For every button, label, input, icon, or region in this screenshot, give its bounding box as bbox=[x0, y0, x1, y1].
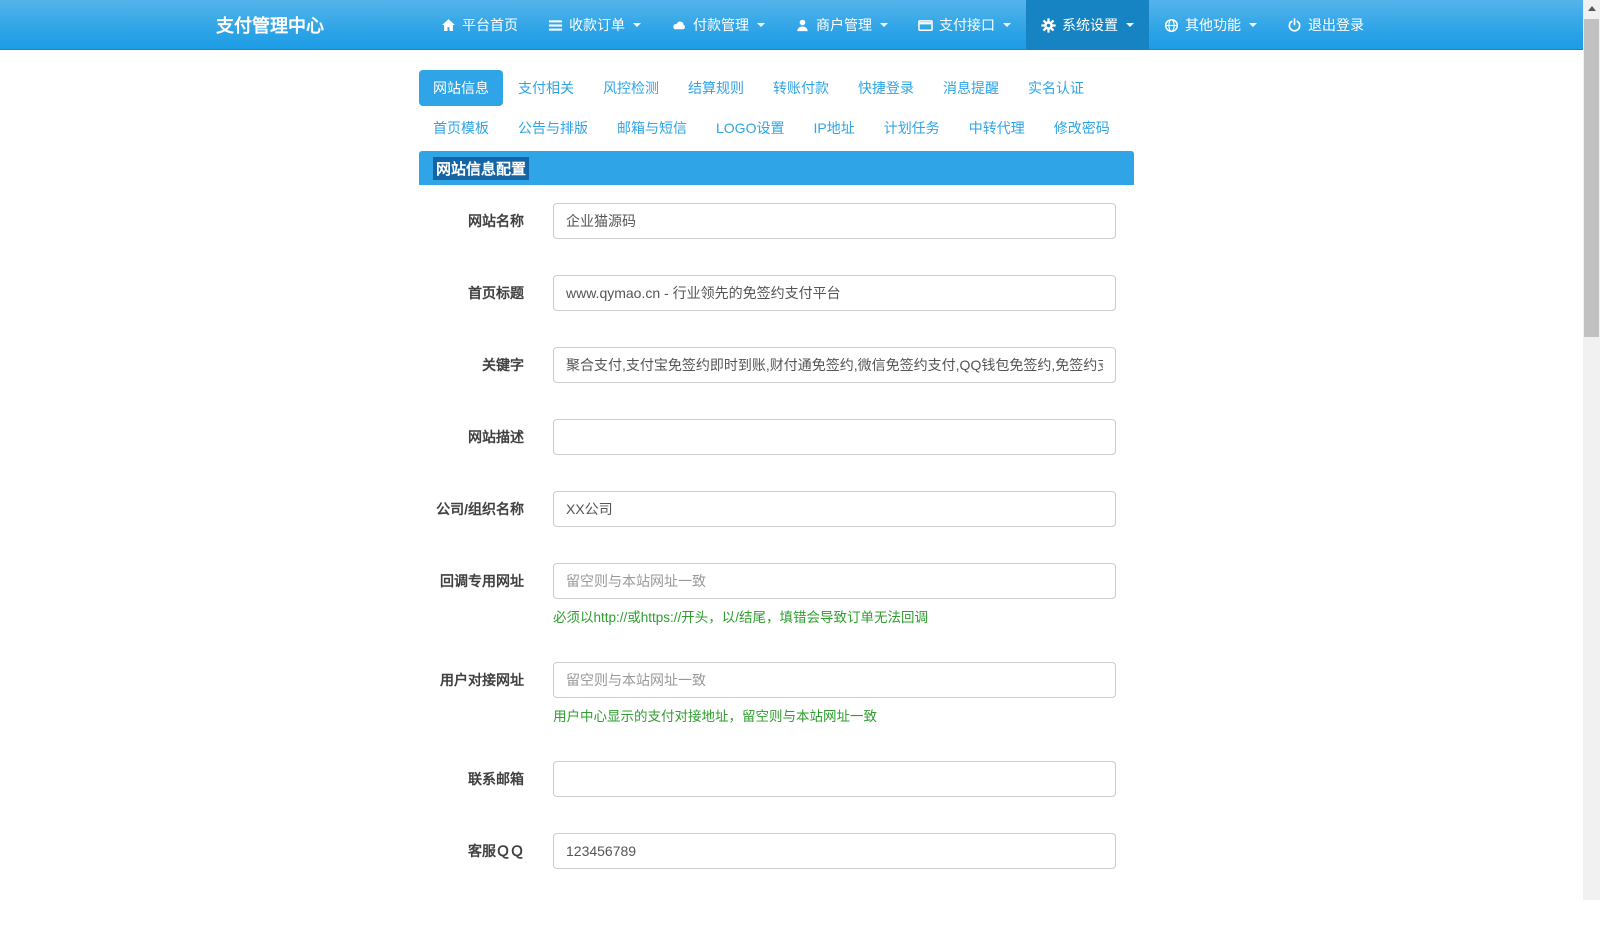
tab-change-password[interactable]: 修改密码 bbox=[1040, 110, 1124, 146]
settings-tabs-row2: 首页模板 公告与排版 邮箱与短信 LOGO设置 IP地址 计划任务 中转代理 修… bbox=[419, 110, 1134, 146]
caret-down-icon bbox=[757, 23, 765, 27]
tab-cron-tasks[interactable]: 计划任务 bbox=[870, 110, 954, 146]
cloud-icon bbox=[671, 18, 687, 33]
tab-logo-settings[interactable]: LOGO设置 bbox=[702, 110, 798, 146]
globe-icon bbox=[1164, 18, 1179, 33]
tab-transit-proxy[interactable]: 中转代理 bbox=[955, 110, 1039, 146]
panel-title: 网站信息配置 bbox=[433, 156, 530, 180]
top-navbar: 支付管理中心 平台首页 收款订单 付款管理 商户管理 支付接口 系统设置 其他功… bbox=[0, 0, 1583, 50]
contact-email-input[interactable] bbox=[553, 761, 1116, 797]
gear-icon bbox=[1041, 17, 1056, 33]
home-icon bbox=[441, 18, 456, 33]
callback-url-help: 必须以http://或https://开头，以/结尾，填错会导致订单无法回调 bbox=[553, 610, 929, 625]
scroll-up-button[interactable] bbox=[1583, 0, 1600, 17]
caret-down-icon bbox=[880, 23, 888, 27]
nav-item-platform-home[interactable]: 平台首页 bbox=[426, 0, 533, 50]
caret-down-icon bbox=[1249, 23, 1257, 27]
callback-url-input[interactable] bbox=[553, 563, 1116, 599]
tab-notice-layout[interactable]: 公告与排版 bbox=[504, 110, 602, 146]
brand-title[interactable]: 支付管理中心 bbox=[204, 0, 336, 50]
scrollbar-thumb[interactable] bbox=[1584, 19, 1599, 337]
field-label: 联系邮箱 bbox=[468, 771, 524, 787]
card-icon bbox=[918, 18, 933, 33]
keywords-input[interactable] bbox=[553, 347, 1116, 383]
scroll-up-arrow-icon bbox=[1587, 6, 1596, 11]
field-label: 网站名称 bbox=[468, 213, 524, 229]
tab-message-notify[interactable]: 消息提醒 bbox=[929, 70, 1013, 106]
service-qq-input[interactable] bbox=[553, 833, 1116, 869]
caret-down-icon bbox=[1126, 23, 1134, 27]
settings-page: 网站信息 支付相关 风控检测 结算规则 转账付款 快捷登录 消息提醒 实名认证 … bbox=[419, 70, 1134, 935]
tab-quick-login[interactable]: 快捷登录 bbox=[844, 70, 928, 106]
tab-home-template[interactable]: 首页模板 bbox=[419, 110, 503, 146]
form-group-user-link-url: 用户对接网址 用户中心显示的支付对接地址，留空则与本站网址一致 bbox=[434, 662, 1119, 725]
nav-item-other-functions[interactable]: 其他功能 bbox=[1149, 0, 1272, 50]
nav-item-label: 收款订单 bbox=[569, 17, 625, 33]
tab-settlement-rules[interactable]: 结算规则 bbox=[674, 70, 758, 106]
tab-site-info[interactable]: 网站信息 bbox=[419, 70, 503, 106]
field-label: 公司/组织名称 bbox=[436, 501, 524, 517]
nav-item-logout[interactable]: 退出登录 bbox=[1272, 0, 1379, 50]
site-description-input[interactable] bbox=[553, 419, 1116, 455]
nav-item-label: 退出登录 bbox=[1308, 17, 1364, 33]
nav-item-label: 支付接口 bbox=[939, 17, 995, 33]
nav-item-receive-orders[interactable]: 收款订单 bbox=[533, 0, 656, 50]
form-group-callback-url: 回调专用网址 必须以http://或https://开头，以/结尾，填错会导致订… bbox=[434, 563, 1119, 626]
tab-risk-control[interactable]: 风控检测 bbox=[589, 70, 673, 106]
home-title-input[interactable] bbox=[553, 275, 1116, 311]
form-group-contact-email: 联系邮箱 bbox=[434, 761, 1119, 797]
caret-down-icon bbox=[1003, 23, 1011, 27]
nav-item-label: 付款管理 bbox=[693, 17, 749, 33]
form-group-service-qq: 客服ＱＱ bbox=[434, 833, 1119, 869]
nav-item-label: 系统设置 bbox=[1062, 17, 1118, 33]
field-label: 客服ＱＱ bbox=[468, 843, 524, 859]
main-menu: 平台首页 收款订单 付款管理 商户管理 支付接口 系统设置 其他功能 退出登录 bbox=[426, 0, 1379, 50]
field-label: 回调专用网址 bbox=[440, 573, 524, 589]
site-info-form: 网站名称 首页标题 关键字 网站描述 bbox=[419, 185, 1134, 935]
nav-item-merchant-management[interactable]: 商户管理 bbox=[780, 0, 903, 50]
form-group-home-title: 首页标题 bbox=[434, 275, 1119, 311]
company-name-input[interactable] bbox=[553, 491, 1116, 527]
scrollbar[interactable] bbox=[1583, 0, 1600, 900]
nav-item-label: 商户管理 bbox=[816, 17, 872, 33]
tab-email-sms[interactable]: 邮箱与短信 bbox=[603, 110, 701, 146]
tab-payment-related[interactable]: 支付相关 bbox=[504, 70, 588, 106]
user-link-url-help: 用户中心显示的支付对接地址，留空则与本站网址一致 bbox=[553, 709, 877, 724]
site-info-panel: 网站信息配置 网站名称 首页标题 关键字 bbox=[419, 151, 1134, 935]
tab-realname-auth[interactable]: 实名认证 bbox=[1014, 70, 1098, 106]
nav-item-label: 其他功能 bbox=[1185, 17, 1241, 33]
field-label: 关键字 bbox=[482, 357, 524, 373]
field-label: 网站描述 bbox=[468, 429, 524, 445]
nav-item-payment-interface[interactable]: 支付接口 bbox=[903, 0, 1026, 50]
settings-tabs-row1: 网站信息 支付相关 风控检测 结算规则 转账付款 快捷登录 消息提醒 实名认证 bbox=[419, 70, 1134, 106]
form-group-keywords: 关键字 bbox=[434, 347, 1119, 383]
panel-heading: 网站信息配置 bbox=[419, 151, 1134, 185]
caret-down-icon bbox=[633, 23, 641, 27]
field-label: 首页标题 bbox=[468, 285, 524, 301]
tab-transfer-payment[interactable]: 转账付款 bbox=[759, 70, 843, 106]
field-label: 用户对接网址 bbox=[440, 672, 524, 688]
form-group-company-name: 公司/组织名称 bbox=[434, 491, 1119, 527]
user-link-url-input[interactable] bbox=[553, 662, 1116, 698]
navbar-container: 支付管理中心 平台首页 收款订单 付款管理 商户管理 支付接口 系统设置 其他功… bbox=[204, 0, 1379, 50]
nav-item-system-settings[interactable]: 系统设置 bbox=[1026, 0, 1149, 50]
site-name-input[interactable] bbox=[553, 203, 1116, 239]
form-group-site-description: 网站描述 bbox=[434, 419, 1119, 455]
user-icon bbox=[795, 18, 810, 33]
nav-item-label: 平台首页 bbox=[462, 17, 518, 33]
nav-item-payout-management[interactable]: 付款管理 bbox=[656, 0, 780, 50]
list-icon bbox=[548, 18, 563, 33]
tab-ip-address[interactable]: IP地址 bbox=[799, 110, 868, 146]
form-group-site-name: 网站名称 bbox=[434, 203, 1119, 239]
power-icon bbox=[1287, 17, 1302, 33]
